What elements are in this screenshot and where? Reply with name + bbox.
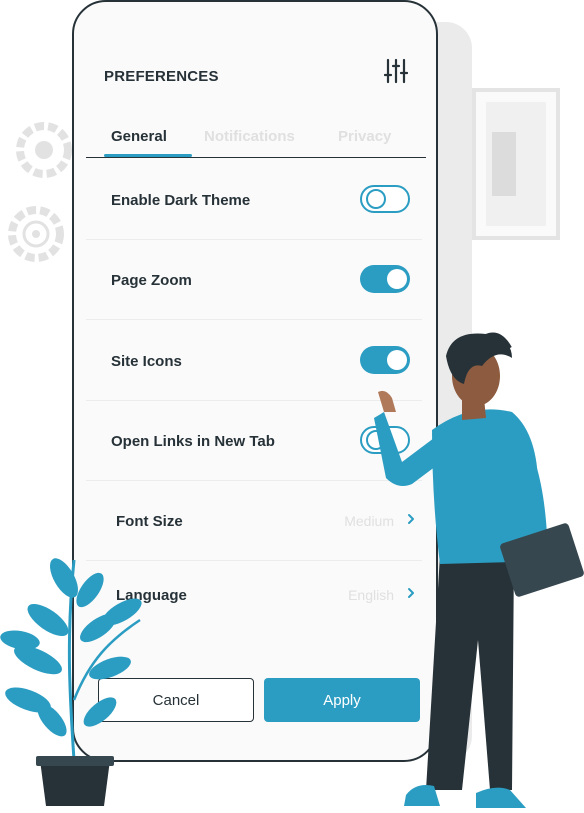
setting-label: Font Size [116,513,183,530]
phone-screen: PREFERENCES General Notifications Privac… [72,0,438,762]
tab-notifications[interactable]: Notifications [204,128,295,145]
language-value: English [348,587,394,603]
setting-row-new-tab: Open Links in New Tab [86,401,422,481]
setting-row-page-zoom: Page Zoom [86,240,422,320]
apply-button[interactable]: Apply [264,678,420,722]
setting-label: Site Icons [111,353,182,370]
toggle-knob [387,350,407,370]
gears-illustration [8,122,72,262]
setting-label: Open Links in New Tab [111,433,275,450]
dark-theme-toggle[interactable] [360,185,410,213]
setting-row-language[interactable]: Language English [86,555,422,635]
tab-privacy[interactable]: Privacy [338,128,391,145]
toggle-knob [366,430,386,450]
page-zoom-toggle[interactable] [360,265,410,293]
setting-row-font-size[interactable]: Font Size Medium [86,481,422,561]
active-tab-indicator [104,154,192,157]
wall-frame-inner [492,132,516,196]
background-panel [432,22,472,762]
settings-tabs: General Notifications Privacy [86,120,426,158]
chevron-right-icon [408,588,414,598]
toggle-knob [387,269,407,289]
setting-label: Enable Dark Theme [111,192,251,209]
setting-label: Page Zoom [111,272,192,289]
setting-label: Language [116,587,187,604]
toggle-knob [366,189,386,209]
sliders-icon[interactable] [384,58,408,84]
cancel-button[interactable]: Cancel [98,678,254,722]
page-title: PREFERENCES [104,68,219,85]
font-size-value: Medium [344,513,394,529]
tab-general[interactable]: General [111,128,167,145]
setting-row-dark-theme: Enable Dark Theme [86,160,422,240]
new-tab-toggle[interactable] [360,426,410,454]
site-icons-toggle[interactable] [360,346,410,374]
setting-row-site-icons: Site Icons [86,321,422,401]
chevron-right-icon [408,514,414,524]
wall-frame-illustration [472,88,560,240]
